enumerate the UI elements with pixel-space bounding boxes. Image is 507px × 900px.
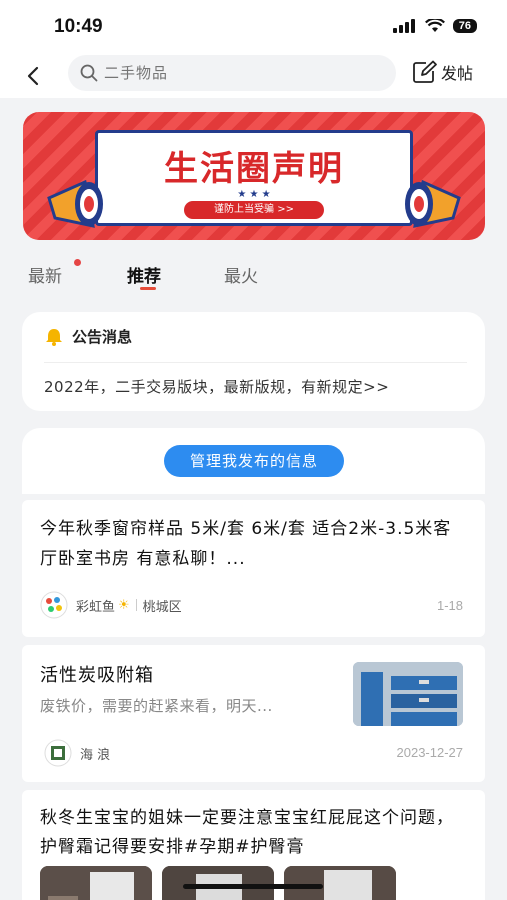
post-button-label: 发帖 — [441, 64, 474, 83]
status-bar: 10:49 76 — [0, 0, 507, 54]
post-image[interactable] — [284, 866, 396, 900]
notice-card[interactable]: 公告消息 2022年，二手交易版块，最新版规，有新规定>> — [22, 312, 485, 411]
battery-indicator: 76 — [452, 19, 477, 33]
post-thumbnail — [353, 662, 463, 726]
post-title: 秋冬生宝宝的姐妹一定要注意宝宝红屁屁这个问题，护臀霜记得要安排#孕期#护臀膏 — [40, 808, 454, 857]
banner-subtitle: 谨防上当受骗 >> — [184, 201, 324, 219]
post-date: 2023-12-27 — [396, 745, 464, 760]
search-input[interactable] — [104, 64, 374, 82]
tab-hottest[interactable]: 最火 — [224, 262, 258, 287]
post-title: 活性炭吸附箱 — [40, 665, 154, 686]
status-time: 10:49 — [54, 16, 103, 37]
location-label: 桃城区 — [142, 599, 182, 615]
notice-header: 公告消息 — [44, 326, 132, 347]
divider — [135, 599, 137, 611]
search-icon — [80, 64, 98, 82]
banner-title: 生活圈声明 — [164, 149, 344, 189]
divider — [44, 362, 467, 363]
post-date: 1-18 — [436, 598, 463, 613]
notice-text[interactable]: 2022年，二手交易版块，最新版规，有新规定>> — [44, 376, 389, 397]
banner-panel: 生活圈声明 ★ ★ ★ 谨防上当受骗 >> — [95, 130, 413, 226]
wifi-icon — [424, 19, 445, 32]
banner-stars: ★ ★ ★ — [237, 189, 271, 200]
notice-heading: 公告消息 — [72, 328, 133, 346]
post-meta: 海 浪 — [44, 739, 110, 767]
author-name: 海 浪 — [80, 747, 111, 763]
nav-bar: 发帖 — [0, 54, 507, 98]
search-box[interactable] — [68, 55, 396, 91]
avatar — [44, 739, 72, 767]
post-title: 今年秋季窗帘样品 5米/套 6米/套 适合2米-3.5米客厅卧室书房 有意私聊！… — [40, 519, 452, 569]
post-description: 废铁价，需要的赶紧来看，明天... — [40, 697, 273, 715]
active-tab-indicator — [140, 287, 156, 290]
avatar — [40, 591, 68, 619]
status-icons: 76 — [392, 19, 477, 33]
announcement-banner[interactable]: 生活圈声明 ★ ★ ★ 谨防上当受骗 >> — [23, 112, 485, 240]
post-image[interactable] — [162, 866, 274, 900]
edit-icon — [413, 60, 437, 83]
manage-my-posts-button[interactable]: 管理我发布的信息 — [164, 445, 344, 477]
signal-icon — [392, 19, 415, 33]
feed-tabs: 最新 推荐 最火 — [0, 254, 507, 294]
manage-section: 管理我发布的信息 — [22, 428, 485, 494]
sun-badge-icon: ☀ — [118, 597, 130, 613]
post-meta: 彩虹鱼 ☀ 桃城区 — [40, 591, 182, 619]
megaphone-icon — [47, 179, 103, 228]
new-dot-badge — [74, 259, 81, 266]
post-image[interactable] — [40, 866, 152, 900]
tab-latest[interactable]: 最新 — [28, 262, 62, 287]
post-image-row — [40, 866, 396, 900]
list-item[interactable]: 今年秋季窗帘样品 5米/套 6米/套 适合2米-3.5米客厅卧室书房 有意私聊！… — [22, 500, 485, 637]
home-indicator — [183, 884, 323, 889]
back-arrow-icon[interactable] — [20, 62, 48, 90]
post-button[interactable]: 发帖 — [412, 60, 473, 84]
bell-icon — [46, 328, 62, 346]
author-name: 彩虹鱼 — [76, 599, 116, 615]
list-item[interactable]: 活性炭吸附箱 废铁价，需要的赶紧来看，明天... 海 浪 2023-12-27 — [22, 645, 485, 782]
megaphone-icon — [405, 179, 461, 228]
tab-recommended[interactable]: 推荐 — [127, 262, 161, 287]
